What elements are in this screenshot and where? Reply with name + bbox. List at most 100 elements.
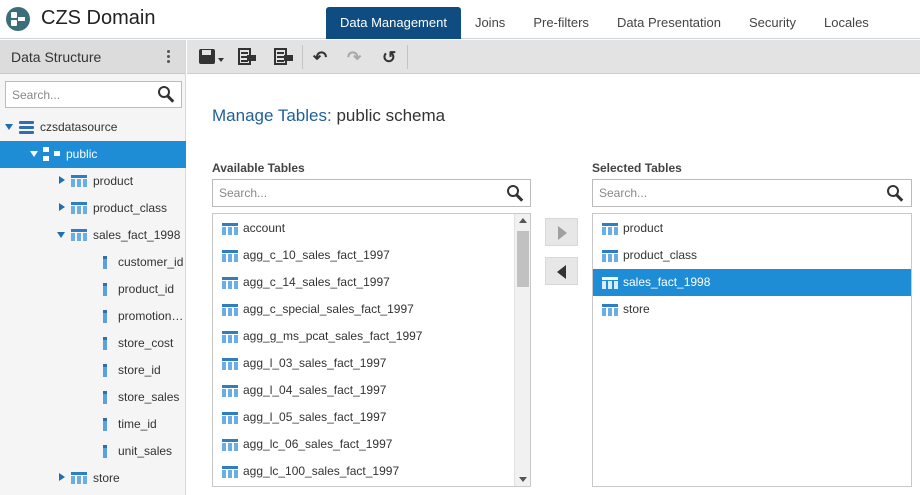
export-button[interactable]: [235, 46, 257, 68]
collapse-caret-icon[interactable]: [59, 203, 65, 211]
table-icon: [71, 229, 87, 241]
tree-item-label: product_class: [93, 201, 168, 215]
redo-button[interactable]: ↷: [343, 46, 365, 68]
list-item-selected[interactable]: sales_fact_1998: [593, 269, 911, 296]
tab-locales[interactable]: Locales: [810, 7, 883, 39]
list-item[interactable]: agg_l_04_sales_fact_1997: [213, 377, 514, 404]
tree-item-czsdatasource[interactable]: czsdatasource: [0, 114, 186, 141]
revert-button[interactable]: ↺: [378, 46, 400, 68]
list-item[interactable]: agg_c_special_sales_fact_1997: [213, 296, 514, 323]
tree-item-column[interactable]: time_id: [0, 411, 186, 438]
search-icon[interactable]: [507, 185, 525, 203]
table-icon: [222, 331, 238, 343]
tree-item-label: time_id: [118, 417, 157, 431]
table-icon: [222, 304, 238, 316]
tab-data-presentation[interactable]: Data Presentation: [603, 7, 735, 39]
tree-item-column[interactable]: product_id: [0, 276, 186, 303]
schema-icon: [43, 147, 61, 161]
list-item[interactable]: store: [593, 296, 911, 323]
list-item[interactable]: product_class: [593, 242, 911, 269]
save-button[interactable]: [197, 46, 225, 68]
selected-tables-label: Selected Tables: [592, 161, 682, 175]
selected-search-input[interactable]: [593, 180, 853, 206]
collapse-caret-icon[interactable]: [59, 176, 65, 184]
list-item[interactable]: agg_l_03_sales_fact_1997: [213, 350, 514, 377]
tree-item-label: store_cost: [118, 336, 174, 350]
tree-item-column[interactable]: unit_sales: [0, 438, 186, 465]
column-icon: [103, 337, 107, 350]
list-item[interactable]: agg_lc_06_sales_fact_1997: [213, 431, 514, 458]
toolbar-divider: [407, 45, 408, 69]
list-item[interactable]: agg_g_ms_pcat_sales_fact_1997: [213, 323, 514, 350]
table-icon: [71, 202, 87, 214]
tab-security[interactable]: Security: [735, 7, 810, 39]
column-icon: [103, 445, 107, 458]
sidebar-search-input[interactable]: [6, 82, 146, 107]
remove-table-button[interactable]: [545, 257, 578, 285]
collapse-caret-icon[interactable]: [59, 473, 65, 481]
list-item-label: agg_c_14_sales_fact_1997: [243, 275, 390, 289]
kebab-menu-icon[interactable]: [163, 49, 173, 65]
tree-item-label: store_sales: [118, 390, 180, 404]
list-item-label: agg_l_04_sales_fact_1997: [243, 383, 387, 397]
list-item[interactable]: agg_l_05_sales_fact_1997: [213, 404, 514, 431]
list-item[interactable]: agg_lc_100_sales_fact_1997: [213, 458, 514, 485]
table-icon: [602, 277, 618, 289]
expand-caret-icon[interactable]: [5, 124, 13, 130]
tab-joins[interactable]: Joins: [461, 7, 519, 39]
tree-item-product[interactable]: product: [0, 168, 186, 195]
scroll-down-arrow-icon[interactable]: [519, 477, 527, 482]
list-item-label: agg_lc_06_sales_fact_1997: [243, 437, 393, 451]
add-table-button[interactable]: [545, 218, 578, 246]
tree-item-label: store_id: [118, 363, 161, 377]
tab-data-management[interactable]: Data Management: [326, 7, 461, 39]
scroll-up-arrow-icon[interactable]: [519, 218, 527, 223]
tree-item-column[interactable]: promotion_id: [0, 303, 186, 330]
scrollbar-thumb[interactable]: [517, 231, 529, 287]
import-arrow-icon: [284, 55, 293, 61]
sidebar-search: [5, 81, 182, 108]
tree-item-public[interactable]: public: [0, 141, 186, 168]
tree-item-store[interactable]: store: [0, 465, 186, 492]
app-logo-icon: [6, 7, 30, 31]
tree-item-column[interactable]: store_id: [0, 357, 186, 384]
data-structure-sidebar: Data Structure czsdatasource public prod…: [0, 40, 186, 495]
available-search: [212, 179, 531, 207]
import-button[interactable]: [271, 46, 293, 68]
selected-search: [592, 179, 912, 207]
table-icon: [222, 223, 238, 235]
tree-item-label: unit_sales: [118, 444, 173, 458]
tree-item-column[interactable]: store_cost: [0, 330, 186, 357]
list-item[interactable]: product: [593, 215, 911, 242]
tree-item-sales-fact-1998[interactable]: sales_fact_1998: [0, 222, 186, 249]
tab-pre-filters[interactable]: Pre-filters: [519, 7, 603, 39]
available-list-scrollbar[interactable]: [514, 214, 530, 486]
toolbar: ↶ ↷ ↺: [187, 40, 920, 74]
page-title: Manage Tables: public schema: [212, 106, 445, 126]
list-item-label: agg_l_05_sales_fact_1997: [243, 410, 387, 424]
tab-bar: Data Management Joins Pre-filters Data P…: [326, 7, 883, 39]
column-icon: [103, 283, 107, 296]
available-tables-list: account agg_c_10_sales_fact_1997 agg_c_1…: [212, 213, 531, 487]
table-icon: [71, 472, 87, 484]
available-search-input[interactable]: [213, 180, 473, 206]
tree-item-column[interactable]: customer_id: [0, 249, 186, 276]
tree-item-product-class[interactable]: product_class: [0, 195, 186, 222]
undo-button[interactable]: ↶: [309, 46, 331, 68]
list-item[interactable]: agg_c_10_sales_fact_1997: [213, 242, 514, 269]
undo-icon: ↶: [313, 48, 328, 67]
expand-caret-icon[interactable]: [57, 232, 65, 238]
list-item-label: agg_c_10_sales_fact_1997: [243, 248, 390, 262]
app-title: CZS Domain: [41, 7, 156, 29]
tree-item-label: store: [93, 471, 120, 485]
list-item-label: product: [623, 221, 664, 235]
list-item[interactable]: agg_c_14_sales_fact_1997: [213, 269, 514, 296]
revert-icon: ↺: [382, 48, 397, 67]
search-icon[interactable]: [887, 185, 905, 203]
tree-item-column[interactable]: store_sales: [0, 384, 186, 411]
expand-caret-icon[interactable]: [30, 151, 38, 157]
list-item[interactable]: account: [213, 215, 514, 242]
tree-item-label: sales_fact_1998: [93, 228, 181, 242]
search-icon[interactable]: [158, 86, 176, 104]
arrow-left-icon: [557, 265, 566, 279]
